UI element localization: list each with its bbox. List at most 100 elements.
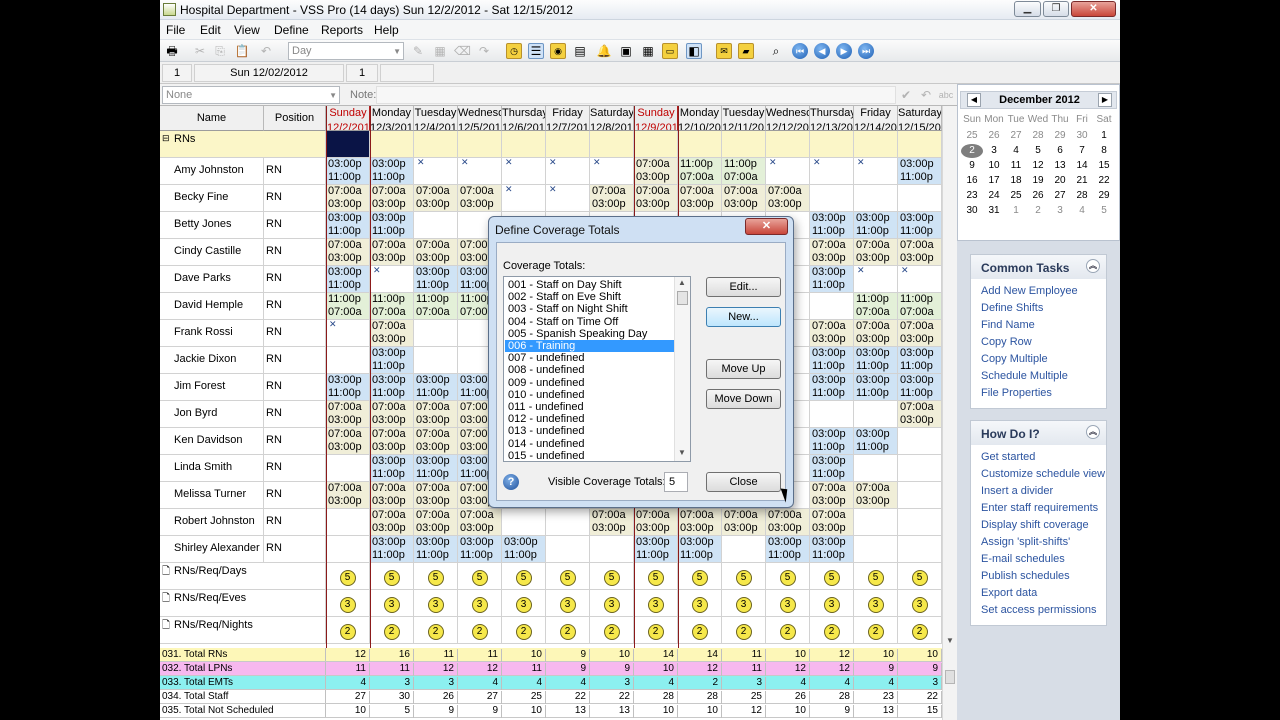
new-button[interactable]: New... (706, 307, 781, 327)
employee-position[interactable]: RN (264, 158, 326, 185)
requirement-label-cell[interactable]: 🗋 RNs/Req/Days (160, 563, 326, 590)
close-button[interactable]: Close (706, 472, 781, 492)
shift-cell[interactable]: 07:00a 03:00p (810, 482, 854, 509)
calendar-day[interactable]: 4 (1005, 144, 1027, 158)
shift-cell[interactable]: 03:00p 11:00p (678, 536, 722, 563)
coverage-total-item[interactable]: 011 - undefined (505, 401, 674, 413)
eraser-icon[interactable]: ⌫ (454, 43, 471, 59)
shift-cell[interactable]: 07:00a 03:00p (370, 482, 414, 509)
shift-cell[interactable]: 07:00a 03:00p (634, 158, 678, 185)
shift-cell[interactable]: 03:00p 11:00p (414, 374, 458, 401)
shift-cell[interactable]: 07:00a 03:00p (326, 185, 370, 212)
coverage-total-item[interactable]: 013 - undefined (505, 425, 674, 437)
shift-cell[interactable]: 11:00p 07:00a (414, 293, 458, 320)
edit-button[interactable]: Edit... (706, 277, 781, 297)
employee-position[interactable]: RN (264, 239, 326, 266)
calendar-day[interactable]: 30 (961, 204, 983, 218)
coverage-total-item[interactable]: 008 - undefined (505, 364, 674, 376)
shift-cell[interactable]: ✕ (854, 158, 898, 185)
task-link[interactable]: Schedule Multiple (971, 368, 1106, 385)
shift-cell[interactable]: 03:00p 11:00p (370, 158, 414, 185)
coverage-total-item[interactable]: 010 - undefined (505, 389, 674, 401)
requirement-cell[interactable]: 3 (370, 590, 414, 617)
requirement-cell[interactable]: 5 (370, 563, 414, 590)
menu-file[interactable]: File (166, 23, 185, 37)
group-cell[interactable] (502, 131, 546, 158)
shift-cell[interactable]: 03:00p 11:00p (326, 158, 370, 185)
shift-cell[interactable]: 07:00a 03:00p (634, 185, 678, 212)
shift-cell[interactable] (546, 536, 590, 563)
calendar-day[interactable]: 11 (1005, 159, 1027, 173)
day-header[interactable]: Sunday 12/9/2012 (634, 106, 678, 131)
calendar-day[interactable]: 27 (1049, 189, 1071, 203)
position-column-header[interactable]: Position (264, 106, 326, 131)
requirement-cell[interactable]: 5 (854, 563, 898, 590)
requirement-cell[interactable]: 3 (810, 590, 854, 617)
shift-cell[interactable]: 07:00a 03:00p (326, 239, 370, 266)
calendar-day[interactable]: 22 (1093, 174, 1115, 188)
calendar-day[interactable]: 30 (1071, 129, 1093, 143)
shift-cell[interactable]: ✕ (414, 158, 458, 185)
requirement-cell[interactable]: 5 (590, 563, 634, 590)
coverage-totals-list[interactable]: ▲ ▼ 001 - Staff on Day Shift 002 - Staff … (503, 276, 691, 462)
last-period-icon[interactable]: ⏭ (858, 43, 874, 59)
employee-name[interactable]: Amy Johnston (160, 158, 264, 185)
group-cell[interactable] (766, 131, 810, 158)
find-icon[interactable]: ⌕ (768, 43, 784, 59)
shift-cell[interactable]: 03:00p 11:00p (326, 374, 370, 401)
shift-cell[interactable]: 03:00p 11:00p (898, 212, 942, 239)
requirement-cell[interactable]: 2 (370, 617, 414, 644)
shift-cell[interactable] (898, 509, 942, 536)
calendar-day[interactable]: 12 (1027, 159, 1049, 173)
day-header[interactable]: Friday 12/7/2012 (546, 106, 590, 131)
shift-cell[interactable]: 07:00a 03:00p (414, 509, 458, 536)
shift-cell[interactable] (414, 320, 458, 347)
shift-cell[interactable]: 03:00p 11:00p (414, 455, 458, 482)
menu-view[interactable]: View (234, 23, 260, 37)
clock-icon[interactable]: ◷ (506, 43, 522, 59)
task-link[interactable]: Find Name (971, 317, 1106, 334)
scroll-up-icon[interactable]: ▲ (678, 278, 686, 287)
shift-cell[interactable]: 07:00a 03:00p (590, 509, 634, 536)
requirement-cell[interactable]: 2 (898, 617, 942, 644)
shift-cell[interactable]: 03:00p 11:00p (326, 266, 370, 293)
coverage-total-item[interactable]: 014 - undefined (505, 438, 674, 450)
help-icon[interactable]: ? (503, 474, 519, 490)
spellcheck-icon[interactable]: abc (938, 87, 954, 103)
requirement-cell[interactable]: 3 (722, 590, 766, 617)
employee-position[interactable]: RN (264, 428, 326, 455)
group-cell[interactable] (722, 131, 766, 158)
employee-name[interactable]: Jackie Dixon (160, 347, 264, 374)
shift-cell[interactable]: 03:00p 11:00p (370, 536, 414, 563)
move-down-button[interactable]: Move Down (706, 389, 781, 409)
shift-cell[interactable]: ✕ (546, 185, 590, 212)
calendar-day[interactable]: 1 (1005, 204, 1027, 218)
task-link[interactable]: File Properties (971, 385, 1106, 402)
shift-cell[interactable]: 11:00p 07:00a (370, 293, 414, 320)
employee-name[interactable]: Cindy Castille (160, 239, 264, 266)
total-row[interactable]: 032. Total LPNs 11 11 12 12 11 9 9 10 12 11 12 12 9 9 (160, 662, 942, 676)
calendar-day[interactable]: 25 (1005, 189, 1027, 203)
shift-cell[interactable] (898, 482, 942, 509)
shift-cell[interactable]: 03:00p 11:00p (502, 536, 546, 563)
collapse-icon[interactable]: ︽ (1086, 259, 1100, 273)
calendar-day[interactable]: 3 (983, 144, 1005, 158)
calendar-day[interactable]: 31 (983, 204, 1005, 218)
calendar-day[interactable]: 23 (961, 189, 983, 203)
task-link[interactable]: Enter staff requirements (971, 500, 1106, 517)
day-header[interactable]: Monday 12/3/2012 (370, 106, 414, 131)
group-cell[interactable] (414, 131, 458, 158)
requirement-cell[interactable]: 5 (898, 563, 942, 590)
redo-icon[interactable]: ↷ (476, 43, 492, 59)
previous-month-icon[interactable]: ◀ (967, 93, 981, 107)
requirement-cell[interactable]: 5 (326, 563, 370, 590)
calendar-day[interactable]: 19 (1027, 174, 1049, 188)
requirement-cell[interactable]: 2 (766, 617, 810, 644)
employee-name[interactable]: David Hemple (160, 293, 264, 320)
current-date-field[interactable]: Sun 12/02/2012 (194, 64, 344, 82)
shift-cell[interactable]: 11:00p 07:00a (898, 293, 942, 320)
total-row[interactable]: 033. Total EMTs 4 3 3 4 4 4 3 4 2 3 4 4 4 3 (160, 676, 942, 690)
day-header[interactable]: Wednesday 12/5/2012 (458, 106, 502, 131)
day-header[interactable]: Sunday 12/2/2012 (326, 106, 370, 131)
calendar-day[interactable]: 24 (983, 189, 1005, 203)
